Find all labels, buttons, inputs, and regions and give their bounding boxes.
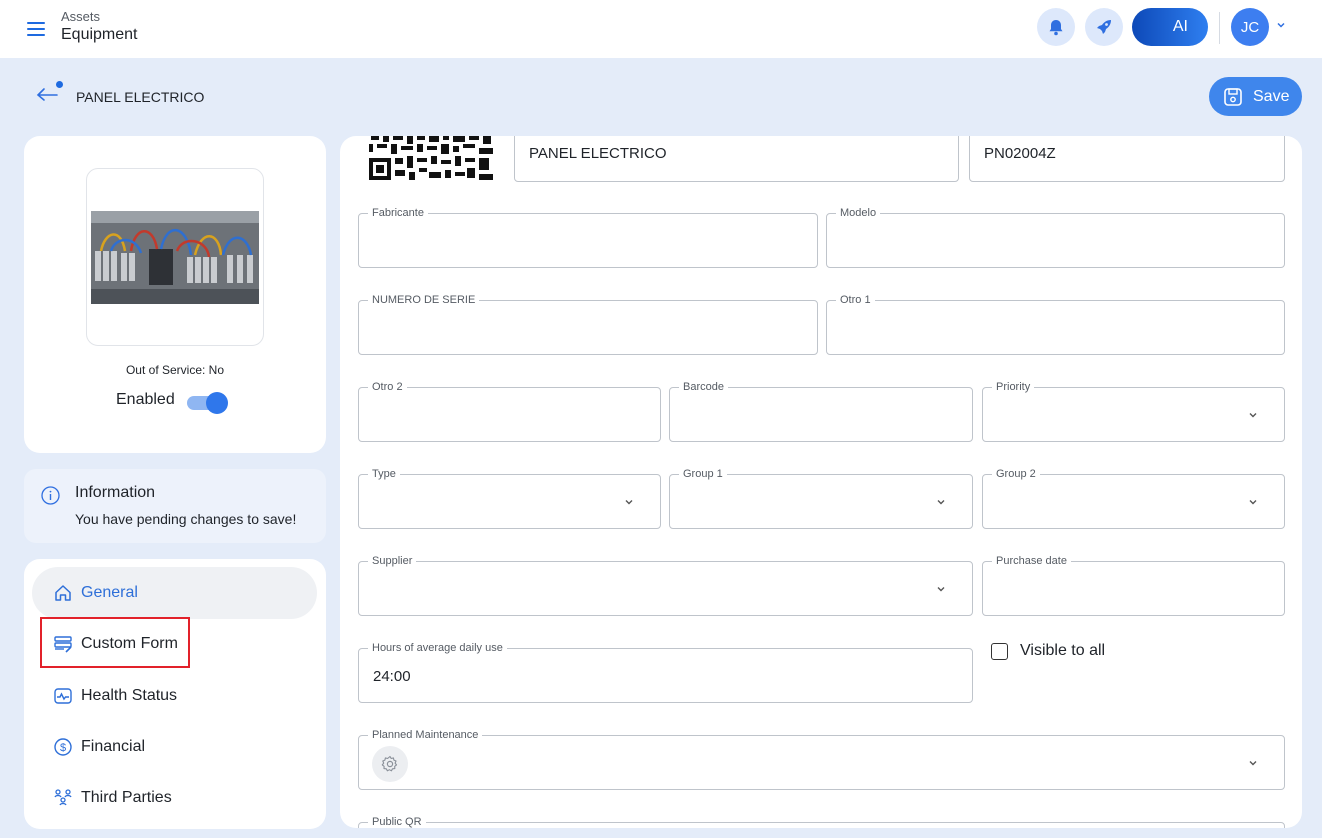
third-parties-icon <box>54 789 72 806</box>
menu-icon[interactable] <box>27 22 45 36</box>
planned-maintenance-label: Planned Maintenance <box>368 728 483 742</box>
priority-select[interactable]: Priority <box>982 380 1285 442</box>
name-value: PANEL ELECTRICO <box>529 145 667 162</box>
save-icon <box>1224 87 1242 106</box>
barcode-label: Barcode <box>679 380 728 394</box>
nav-item-third-parties[interactable]: Third Parties <box>32 772 317 824</box>
chevron-down-icon <box>937 587 945 592</box>
save-label: Save <box>1253 87 1290 105</box>
modelo-label: Modelo <box>836 206 881 220</box>
svg-text:$: $ <box>60 742 66 754</box>
breadcrumb-section[interactable]: Assets <box>61 9 100 24</box>
hours-daily-use-value: 24:00 <box>373 668 411 685</box>
info-title: Information <box>75 484 156 501</box>
fabricante-label: Fabricante <box>368 206 428 220</box>
serial-number-field[interactable]: NUMERO DE SERIE <box>358 293 818 355</box>
otro2-field[interactable]: Otro 2 <box>358 380 661 442</box>
bell-icon <box>1049 19 1063 35</box>
chevron-down-icon <box>625 500 633 505</box>
public-qr-field[interactable]: Public QR <box>358 815 1285 828</box>
code-field[interactable]: PN02004Z <box>969 136 1285 182</box>
name-field[interactable]: PANEL ELECTRICO <box>514 136 959 182</box>
group2-select[interactable]: Group 2 <box>982 467 1285 529</box>
info-message: You have pending changes to save! <box>75 511 297 527</box>
qr-code[interactable] <box>369 136 495 182</box>
priority-label: Priority <box>992 380 1035 394</box>
otro2-label: Otro 2 <box>368 380 407 394</box>
user-avatar[interactable]: JC <box>1231 8 1269 46</box>
page-title: PANEL ELECTRICO <box>76 89 205 105</box>
hours-daily-use-field[interactable]: Hours of average daily use 24:00 <box>358 641 973 703</box>
otro1-label: Otro 1 <box>836 293 875 307</box>
out-of-service-status: Out of Service: No <box>125 363 225 377</box>
user-initials: JC <box>1240 18 1260 36</box>
serial-number-label: NUMERO DE SERIE <box>368 293 480 307</box>
ai-label: AI <box>1172 18 1188 35</box>
chevron-down-icon <box>1249 761 1257 766</box>
rocket-icon <box>1097 20 1111 34</box>
nav-item-general[interactable]: General <box>32 567 317 619</box>
information-banner: Information You have pending changes to … <box>24 469 326 543</box>
enabled-label: Enabled <box>116 391 175 408</box>
nav-label: General <box>81 584 138 601</box>
notifications-button[interactable] <box>1037 8 1075 46</box>
planned-maintenance-select[interactable]: Planned Maintenance <box>358 728 1285 790</box>
hours-daily-use-label: Hours of average daily use <box>368 641 507 655</box>
chevron-down-icon <box>937 500 945 505</box>
asset-summary-card: Out of Service: No Enabled <box>24 136 326 453</box>
type-select[interactable]: Type <box>358 467 661 529</box>
chevron-down-icon <box>1249 500 1257 505</box>
chevron-down-icon <box>1249 413 1257 418</box>
group1-select[interactable]: Group 1 <box>669 467 973 529</box>
section-nav: General Custom Form Health Status $ Fina… <box>24 559 326 829</box>
info-icon <box>41 486 60 505</box>
ai-button[interactable]: AI <box>1132 8 1208 46</box>
visible-to-all-checkbox[interactable] <box>991 643 1008 660</box>
gear-icon <box>381 755 398 772</box>
group1-label: Group 1 <box>679 467 727 481</box>
fabricante-field[interactable]: Fabricante <box>358 206 818 268</box>
purchase-date-field[interactable]: Purchase date <box>982 554 1285 616</box>
rocket-button[interactable] <box>1085 8 1123 46</box>
nav-item-financial[interactable]: $ Financial <box>32 721 317 773</box>
group2-label: Group 2 <box>992 467 1040 481</box>
nav-label: Financial <box>81 738 146 755</box>
supplier-select[interactable]: Supplier <box>358 554 973 616</box>
barcode-field[interactable]: Barcode <box>669 380 973 442</box>
home-icon <box>55 585 71 601</box>
public-qr-label: Public QR <box>368 815 426 828</box>
save-button[interactable]: Save <box>1209 77 1302 116</box>
nav-label: Health Status <box>81 687 178 704</box>
nav-label: Third Parties <box>81 789 172 806</box>
highlight-box <box>40 617 190 668</box>
asset-photo <box>91 211 259 304</box>
top-bar: Assets Equipment AI JC <box>0 0 1322 58</box>
maintenance-settings-button[interactable] <box>372 746 408 782</box>
visible-to-all-label: Visible to all <box>1020 642 1106 659</box>
nav-item-health-status[interactable]: Health Status <box>32 670 317 722</box>
breadcrumb-title: Equipment <box>61 26 138 43</box>
equipment-form: PANEL ELECTRICO PN02004Z Fabricante Mode… <box>340 136 1302 828</box>
unsaved-indicator <box>56 81 63 88</box>
health-icon <box>54 688 72 704</box>
back-arrow-icon[interactable] <box>36 86 58 102</box>
divider <box>1219 12 1220 44</box>
otro1-field[interactable]: Otro 1 <box>826 293 1285 355</box>
supplier-label: Supplier <box>368 554 417 568</box>
modelo-field[interactable]: Modelo <box>826 206 1285 268</box>
type-label: Type <box>368 467 400 481</box>
purchase-date-label: Purchase date <box>992 554 1071 568</box>
asset-photo-frame <box>86 168 264 346</box>
chevron-down-icon[interactable] <box>1276 20 1286 30</box>
dollar-icon: $ <box>54 738 72 756</box>
code-value: PN02004Z <box>984 145 1056 162</box>
enabled-toggle-knob[interactable] <box>206 392 228 414</box>
